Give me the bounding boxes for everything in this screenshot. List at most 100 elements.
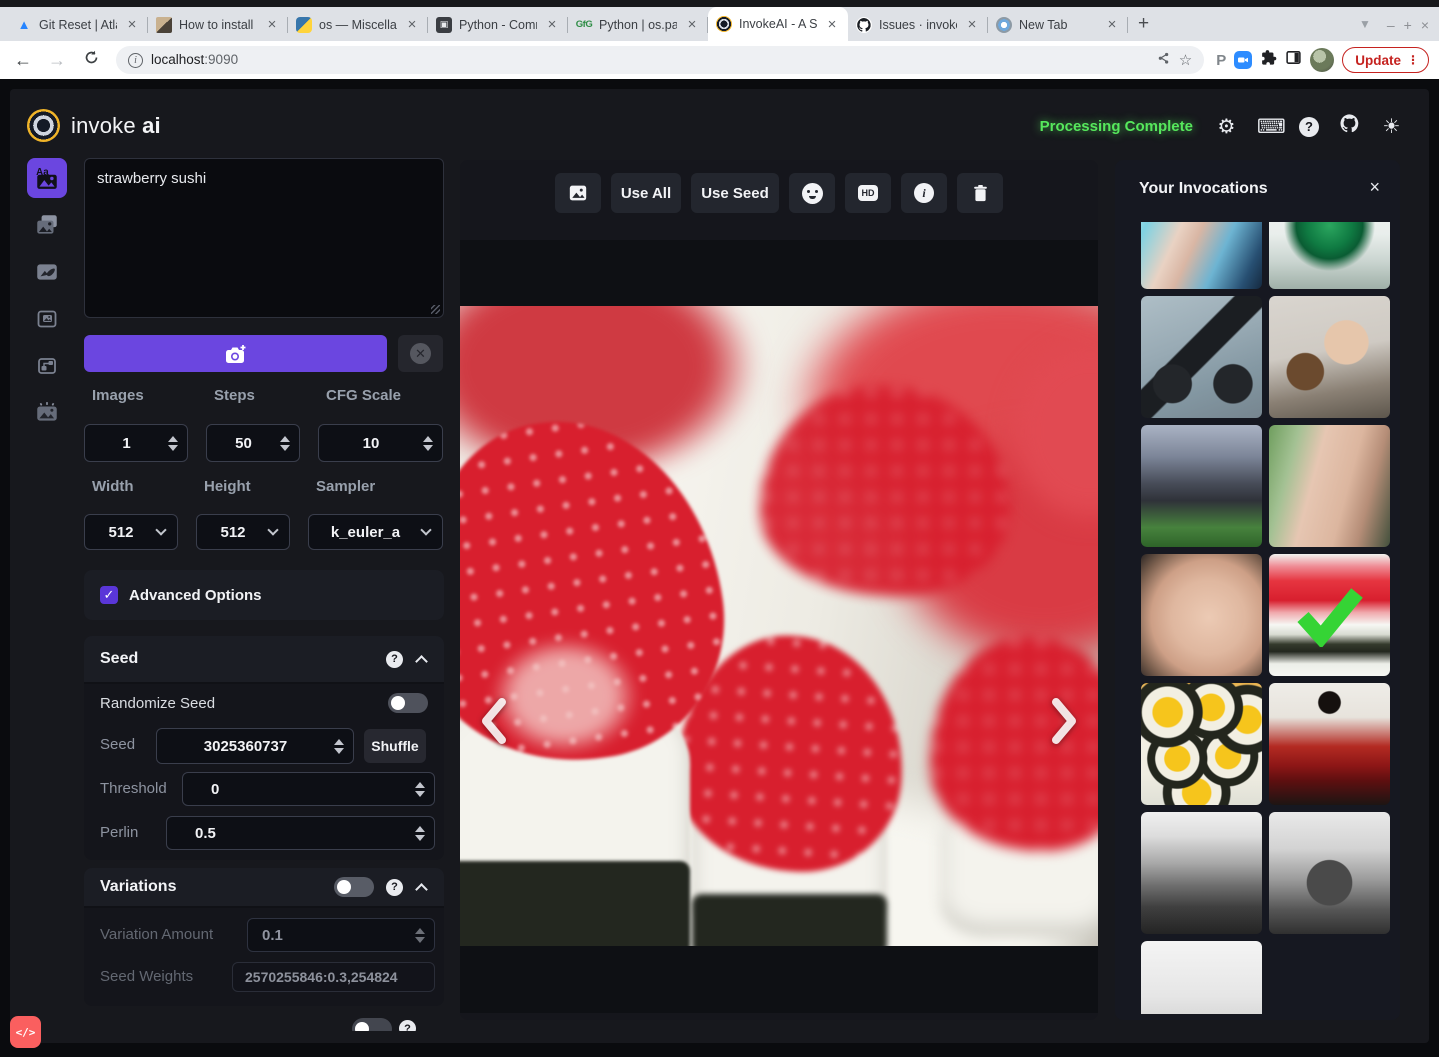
send-to-image-button[interactable]	[555, 173, 601, 213]
fix-faces-button[interactable]	[789, 173, 835, 213]
address-bar[interactable]: i localhost:9090 ☆	[116, 46, 1204, 74]
extensions-puzzle-icon[interactable]	[1260, 49, 1277, 71]
perlin-input[interactable]: 0.5	[166, 816, 435, 850]
gallery-thumbnail[interactable]	[1269, 296, 1390, 418]
tab-close-icon[interactable]: ×	[964, 16, 980, 33]
gallery-thumbnail[interactable]	[1269, 812, 1390, 934]
dev-code-button[interactable]: </>	[10, 1016, 41, 1048]
next-image-button[interactable]	[1050, 698, 1080, 744]
use-all-button[interactable]: Use All	[611, 173, 681, 213]
tab-close-icon[interactable]: ×	[1104, 16, 1120, 33]
tab-outpainting[interactable]	[27, 299, 67, 339]
browser-profile-avatar[interactable]	[1310, 48, 1334, 72]
new-tab-button[interactable]: +	[1138, 13, 1149, 35]
browser-tab[interactable]: GfG Python | os.pat ×	[568, 8, 708, 41]
cancel-button[interactable]: ✕	[398, 335, 443, 372]
collapsed-panel-help-icon[interactable]: ?	[399, 1020, 416, 1031]
side-panel-icon[interactable]	[1285, 49, 1302, 71]
tab-search-chevron-icon[interactable]: ▼	[1359, 17, 1371, 31]
share-icon[interactable]	[1156, 51, 1171, 70]
gallery-thumbnail[interactable]	[1141, 941, 1262, 1014]
sampler-select[interactable]: k_euler_a	[308, 514, 443, 550]
advanced-options-checkbox[interactable]: ✓	[100, 586, 118, 604]
tab-text-to-image[interactable]: Aa	[27, 158, 67, 198]
previous-image-button[interactable]	[478, 698, 508, 744]
variations-help-icon[interactable]: ?	[386, 879, 403, 896]
reload-button[interactable]	[78, 49, 104, 71]
gallery-thumbnail[interactable]	[1141, 222, 1262, 289]
variations-panel-header[interactable]: Variations ?	[84, 868, 444, 906]
browser-tab-active[interactable]: InvokeAI - A Sta ×	[708, 7, 848, 41]
browser-tab[interactable]: New Tab ×	[988, 8, 1128, 41]
seed-input[interactable]: 3025360737	[156, 728, 354, 764]
tab-close-icon[interactable]: ×	[684, 16, 700, 33]
browser-tab[interactable]: Issues · invoke-a ×	[848, 8, 988, 41]
prompt-textarea[interactable]: strawberry sushi	[84, 158, 444, 318]
forward-button[interactable]: →	[44, 50, 70, 71]
gallery-thumbnail[interactable]	[1269, 683, 1390, 805]
browser-tab[interactable]: os — Miscellane ×	[288, 8, 428, 41]
stepper-icon[interactable]	[334, 739, 353, 754]
browser-menu-icon[interactable]: ⋮	[1407, 53, 1420, 67]
gallery-thumbnail[interactable]	[1141, 425, 1262, 547]
tab-post-processing[interactable]	[27, 393, 67, 433]
generated-image[interactable]	[460, 306, 1098, 946]
steps-input[interactable]: 50	[206, 424, 300, 462]
browser-tab[interactable]: ▲ Git Reset | Atlas ×	[8, 8, 148, 41]
gallery-scroll-area[interactable]	[1115, 222, 1400, 1014]
stepper-icon[interactable]	[415, 826, 434, 841]
collapsed-panel-toggle[interactable]	[352, 1018, 392, 1031]
stepper-icon[interactable]	[168, 436, 187, 451]
cfg-scale-input[interactable]: 10	[318, 424, 443, 462]
width-select[interactable]: 512	[84, 514, 178, 550]
upscale-button[interactable]: HD	[845, 173, 891, 213]
image-info-button[interactable]: i	[901, 173, 947, 213]
tab-nodes[interactable]	[27, 346, 67, 386]
invoke-button[interactable]	[84, 335, 387, 372]
tab-close-icon[interactable]: ×	[824, 16, 840, 33]
theme-sun-icon[interactable]: ☀	[1380, 114, 1403, 139]
gallery-thumbnail[interactable]	[1141, 683, 1262, 805]
gallery-close-icon[interactable]: ×	[1369, 177, 1380, 198]
tab-inpainting[interactable]	[27, 252, 67, 292]
seed-panel-header[interactable]: Seed ?	[84, 636, 444, 682]
use-seed-button[interactable]: Use Seed	[691, 173, 779, 213]
github-icon[interactable]	[1338, 113, 1361, 140]
window-close-button[interactable]: ×	[1421, 17, 1429, 33]
seed-weights-input[interactable]: 2570255846:0.3,254824	[232, 962, 435, 992]
stepper-icon[interactable]	[423, 436, 442, 451]
tab-close-icon[interactable]: ×	[404, 16, 420, 33]
hotkeys-keyboard-icon[interactable]: ⌨	[1257, 114, 1280, 139]
randomize-seed-toggle[interactable]	[388, 693, 428, 713]
tab-close-icon[interactable]: ×	[544, 16, 560, 33]
tab-image-to-image[interactable]	[27, 205, 67, 245]
gallery-thumbnail-selected[interactable]	[1269, 554, 1390, 676]
gallery-thumbnail[interactable]	[1141, 296, 1262, 418]
tab-close-icon[interactable]: ×	[264, 16, 280, 33]
resize-handle[interactable]	[431, 305, 440, 314]
stepper-icon[interactable]	[280, 436, 299, 451]
gallery-thumbnail[interactable]	[1269, 425, 1390, 547]
extension-p-icon[interactable]: P	[1216, 52, 1226, 69]
window-minimize-button[interactable]: –	[1387, 17, 1395, 33]
help-icon[interactable]: ?	[1299, 117, 1319, 137]
update-button[interactable]: Update ⋮	[1342, 47, 1429, 73]
variations-toggle[interactable]	[334, 877, 374, 897]
threshold-input[interactable]: 0	[182, 772, 435, 806]
window-maximize-button[interactable]: +	[1404, 17, 1412, 33]
shuffle-button[interactable]: Shuffle	[364, 729, 426, 763]
settings-gear-icon[interactable]: ⚙	[1215, 114, 1238, 139]
images-input[interactable]: 1	[84, 424, 188, 462]
bookmark-star-icon[interactable]: ☆	[1179, 51, 1192, 69]
back-button[interactable]: ←	[10, 50, 36, 71]
tab-close-icon[interactable]: ×	[124, 16, 140, 33]
stepper-icon[interactable]	[415, 782, 434, 797]
height-select[interactable]: 512	[196, 514, 290, 550]
zoom-extension-icon[interactable]	[1234, 51, 1252, 69]
browser-tab[interactable]: How to install N ×	[148, 8, 288, 41]
gallery-thumbnail[interactable]	[1141, 554, 1262, 676]
stepper-icon[interactable]	[415, 928, 434, 943]
seed-help-icon[interactable]: ?	[386, 651, 403, 668]
variation-amount-input[interactable]: 0.1	[247, 918, 435, 952]
site-info-icon[interactable]: i	[128, 53, 143, 68]
